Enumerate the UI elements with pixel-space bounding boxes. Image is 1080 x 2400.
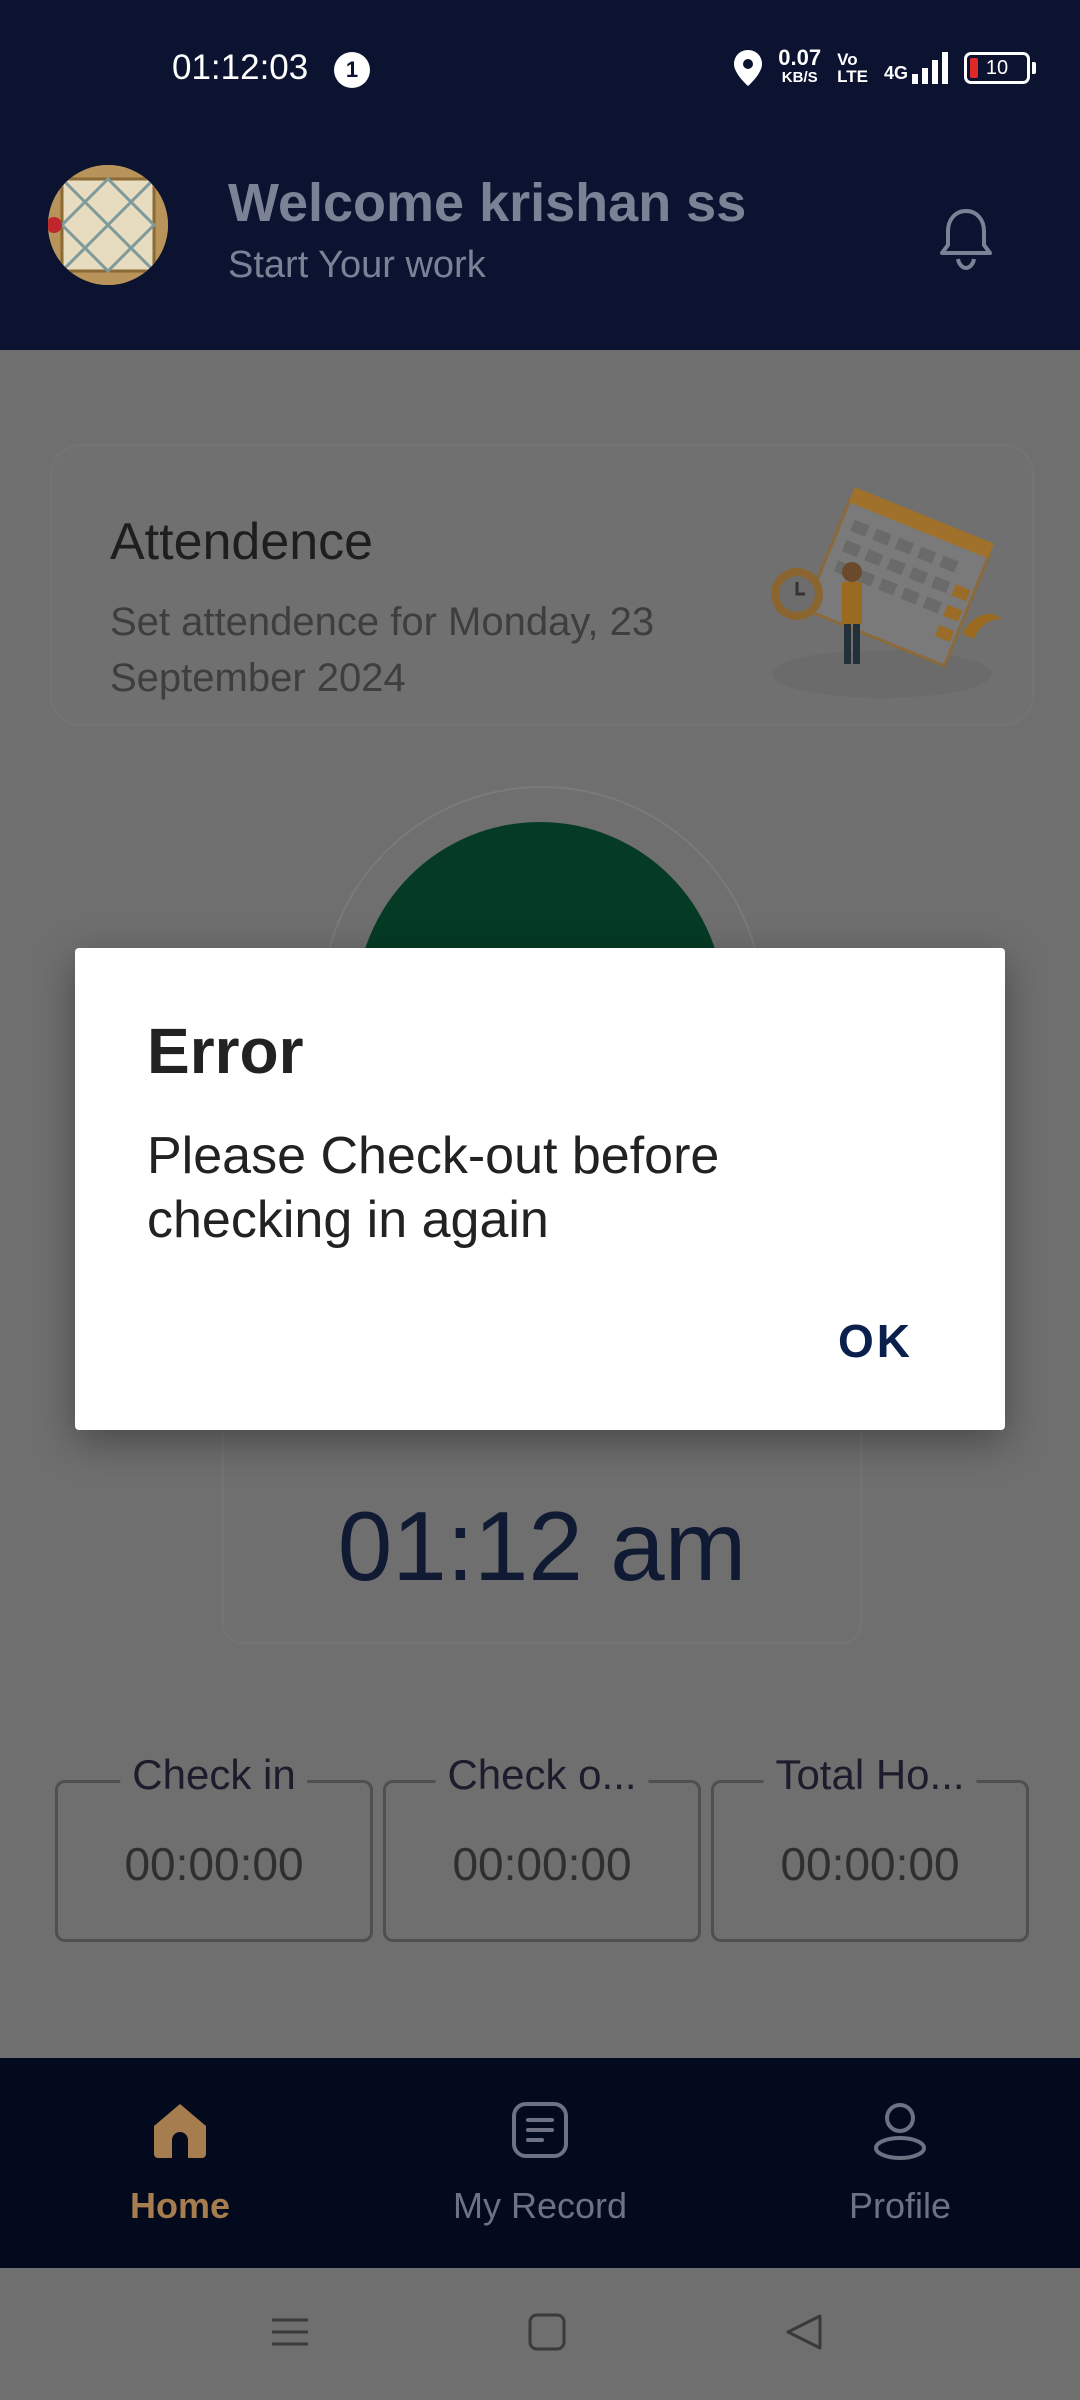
total-hours-box: Total Ho... 00:00:00 xyxy=(711,1751,1029,1942)
volte-bottom: LTE xyxy=(837,67,868,86)
nav-my-record-label: My Record xyxy=(452,2185,628,2226)
error-dialog: Error Please Check-out before checking i… xyxy=(75,948,1005,1430)
welcome-heading: Welcome krishan ss xyxy=(228,173,747,233)
home-square-icon[interactable] xyxy=(527,2312,567,2352)
attendance-subtitle: Set attendence for Monday, 23 September … xyxy=(110,600,655,700)
attendance-title: Attendence xyxy=(110,513,374,571)
attendance-card[interactable]: Attendence Set attendence for Monday, 23… xyxy=(50,444,1034,726)
check-in-value: 00:00:00 xyxy=(124,1838,304,1890)
notification-count-badge: 1 xyxy=(334,52,370,88)
battery-icon: 10 xyxy=(964,52,1036,84)
status-icons: 0.07 KB/S Vo LTE 4G 10 xyxy=(734,45,1036,88)
check-out-box: Check o... 00:00:00 xyxy=(383,1751,701,1942)
location-icon xyxy=(734,50,763,86)
signal-group: 4G xyxy=(884,52,948,84)
profile-icon xyxy=(874,2103,926,2160)
signal-strength-icon xyxy=(912,52,948,84)
clock-card: 01:12 am xyxy=(222,1400,862,1644)
ok-button[interactable]: OK xyxy=(838,1314,913,1368)
menu-icon[interactable] xyxy=(270,2312,310,2352)
nav-profile-label: Profile xyxy=(848,2185,952,2226)
avatar[interactable] xyxy=(48,165,168,285)
nav-home-label: Home xyxy=(129,2185,231,2226)
network-type: 4G xyxy=(883,63,908,83)
check-in-box: Check in 00:00:00 xyxy=(55,1751,373,1942)
speed-unit: KB/S xyxy=(781,69,818,86)
calendar-illustration-icon xyxy=(771,487,1002,698)
network-speed: 0.07 KB/S xyxy=(778,45,822,88)
speed-value: 0.07 xyxy=(778,45,822,70)
welcome-subtitle: Start Your work xyxy=(228,244,486,286)
app-header: 01:12:03 1 0.07 KB/S Vo LTE 4G 10 Welcom… xyxy=(0,0,1080,350)
check-in-label: Check in xyxy=(120,1751,308,1799)
total-hours-value: 00:00:00 xyxy=(780,1838,960,1890)
back-triangle-icon[interactable] xyxy=(784,2312,824,2352)
nav-my-record[interactable]: My Record xyxy=(410,2098,670,2227)
dialog-title: Error xyxy=(147,1015,304,1087)
nav-home[interactable]: Home xyxy=(50,2098,310,2227)
bottom-navigation: Home My Record Profile xyxy=(0,2058,1080,2268)
check-out-value: 00:00:00 xyxy=(452,1838,632,1890)
home-icon xyxy=(154,2104,206,2158)
check-out-label: Check o... xyxy=(435,1751,649,1799)
dialog-message: Please Check-out before checking in agai… xyxy=(147,1127,720,1249)
volte-top: Vo xyxy=(837,50,858,69)
bell-icon[interactable] xyxy=(938,205,994,271)
current-time: 01:12 am xyxy=(337,1491,747,1601)
status-time: 01:12:03 xyxy=(172,48,309,87)
total-hours-label: Total Ho... xyxy=(763,1751,977,1799)
avatar-pattern-icon xyxy=(48,165,168,285)
volte-indicator: Vo LTE xyxy=(837,51,868,85)
record-icon xyxy=(512,2102,568,2158)
nav-profile[interactable]: Profile xyxy=(770,2098,1030,2227)
system-navigation-bar xyxy=(0,2268,1080,2400)
